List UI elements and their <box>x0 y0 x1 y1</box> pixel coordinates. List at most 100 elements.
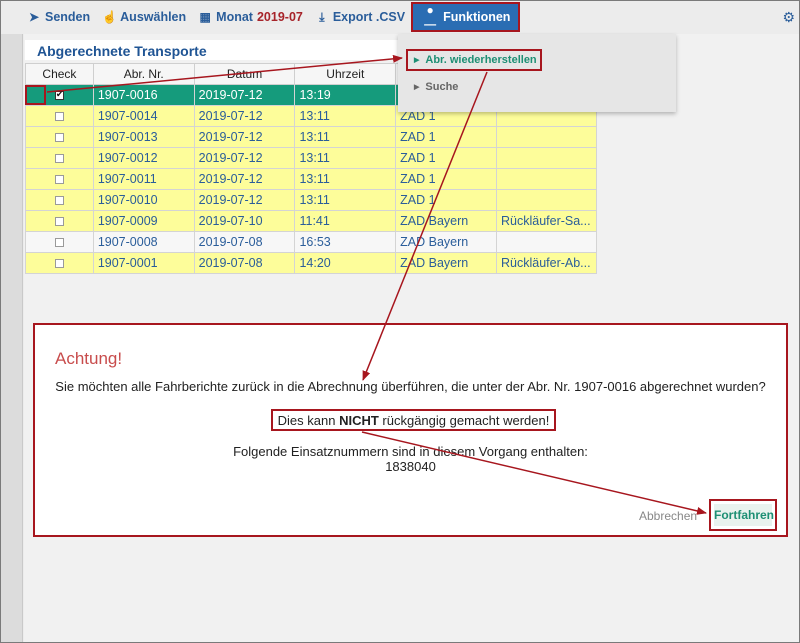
header-datum[interactable]: Datum <box>193 63 296 85</box>
cell-uhrzeit: 16:53 <box>294 231 397 253</box>
cell-abr-nr: 1907-0016 <box>92 84 195 106</box>
cell-uhrzeit: 13:11 <box>294 189 397 211</box>
row-checkbox[interactable] <box>54 196 64 206</box>
triangle-right-icon: ▶ <box>414 84 420 91</box>
cell-datum: 2019-07-12 <box>193 105 296 127</box>
cell-col5: ZAD 1 <box>395 147 497 169</box>
row-checkbox-cell <box>25 105 94 127</box>
cell-col5: ZAD 1 <box>395 168 497 190</box>
cell-uhrzeit: 14:20 <box>294 252 397 274</box>
row-checkbox-cell <box>25 210 94 232</box>
download-icon: ⤓ <box>319 9 325 24</box>
cell-uhrzeit: 13:11 <box>294 147 397 169</box>
pointing-hand-icon: ☝ <box>102 10 118 24</box>
cell-datum: 2019-07-12 <box>193 189 296 211</box>
menu-item-search-label: Suche <box>425 81 459 93</box>
row-checkbox-cell <box>25 126 94 148</box>
row-checkbox[interactable] <box>54 89 64 101</box>
row-checkbox-cell <box>25 168 94 190</box>
functions-button[interactable]: ●— Funktionen <box>411 2 521 32</box>
row-checkbox[interactable] <box>54 238 64 248</box>
send-button[interactable]: ➤ Senden <box>21 2 96 32</box>
cell-col6 <box>495 168 598 190</box>
cell-abr-nr: 1907-0012 <box>92 147 195 169</box>
table-row[interactable]: 1907-0008 2019-07-08 16:53 ZAD Bayern <box>25 231 598 253</box>
cell-abr-nr: 1907-0008 <box>92 231 195 253</box>
confirm-dialog: Achtung! Sie möchten alle Fahrberichte z… <box>33 323 788 537</box>
functions-label: Funktionen <box>443 10 511 24</box>
cell-col6: Rückläufer-Sa... <box>495 210 598 232</box>
table-row[interactable]: 1907-0013 2019-07-12 13:11 ZAD 1 <box>25 126 598 148</box>
cell-datum: 2019-07-12 <box>193 147 296 169</box>
row-checkbox-cell <box>25 189 94 211</box>
row-checkbox-cell <box>25 231 94 253</box>
cancel-button[interactable]: Abbrechen <box>639 509 697 523</box>
month-button[interactable]: ▦ Monat 2019-07 <box>192 2 309 32</box>
cell-col6: Rückläufer-Ab... <box>495 252 598 274</box>
gear-icon[interactable]: ⚙ <box>782 9 795 26</box>
cell-abr-nr: 1907-0010 <box>92 189 195 211</box>
triangle-right-icon: ▶ <box>414 57 420 64</box>
cell-col5: ZAD Bayern <box>395 252 497 274</box>
cell-datum: 2019-07-08 <box>193 252 296 274</box>
menu-item-search[interactable]: ▶ Suche <box>406 78 458 96</box>
warning-post: rückgängig gemacht werden! <box>378 413 550 428</box>
row-checkbox[interactable] <box>54 112 64 122</box>
cell-col6 <box>495 189 598 211</box>
select-button[interactable]: ☝ Auswählen <box>96 2 192 32</box>
warning-pre: Dies kann <box>277 413 340 428</box>
checkbox-highlight <box>25 85 46 105</box>
month-label: Monat <box>216 10 253 24</box>
table-row[interactable]: 1907-0001 2019-07-08 14:20 ZAD Bayern Rücklä… <box>25 252 598 274</box>
dialog-title: Achtung! <box>55 349 123 368</box>
dialog-warning: Dies kann NICHT rückgängig gemacht werde… <box>271 409 556 431</box>
cell-datum: 2019-07-12 <box>193 168 296 190</box>
export-label: Export .CSV <box>332 10 406 24</box>
table-row[interactable]: 1907-0011 2019-07-12 13:11 ZAD 1 <box>25 168 598 190</box>
row-checkbox-cell <box>25 252 94 274</box>
header-check[interactable]: Check <box>25 63 94 85</box>
cell-datum: 2019-07-10 <box>193 210 296 232</box>
cell-uhrzeit: 13:11 <box>294 105 397 127</box>
paper-plane-icon: ➤ <box>28 10 40 24</box>
row-checkbox[interactable] <box>54 217 64 227</box>
cell-datum: 2019-07-08 <box>193 231 296 253</box>
toolbar: ➤ Senden ☝ Auswählen ▦ Monat 2019-07 ⤓ E… <box>1 1 799 33</box>
cell-abr-nr: 1907-0013 <box>92 126 195 148</box>
header-abr-nr[interactable]: Abr. Nr. <box>92 63 195 85</box>
calendar-icon: ▦ <box>199 10 211 24</box>
month-value: 2019-07 <box>256 10 303 24</box>
cell-col6 <box>495 231 598 253</box>
cell-col5: ZAD 1 <box>395 189 497 211</box>
cell-uhrzeit: 13:11 <box>294 126 397 148</box>
dialog-info-number: 1838040 <box>385 459 436 474</box>
cell-datum: 2019-07-12 <box>193 84 296 106</box>
menu-item-restore-label: Abr. wiederherstellen <box>425 54 537 66</box>
row-checkbox[interactable] <box>54 133 64 143</box>
cell-abr-nr: 1907-0001 <box>92 252 195 274</box>
cell-col6 <box>495 147 598 169</box>
cell-uhrzeit: 11:41 <box>294 210 397 232</box>
side-stripe <box>1 34 23 642</box>
row-checkbox-cell <box>25 147 94 169</box>
row-checkbox[interactable] <box>54 154 64 164</box>
cell-col5: ZAD Bayern <box>395 210 497 232</box>
warning-strong: NICHT <box>339 413 379 428</box>
cell-abr-nr: 1907-0011 <box>92 168 195 190</box>
key-icon: ●— <box>424 3 437 31</box>
cell-col5: ZAD Bayern <box>395 231 497 253</box>
table-row[interactable]: 1907-0010 2019-07-12 13:11 ZAD 1 <box>25 189 598 211</box>
row-checkbox[interactable] <box>54 259 64 269</box>
continue-button[interactable]: Fortfahren <box>714 504 774 526</box>
continue-button-highlight: Fortfahren <box>709 499 777 531</box>
header-uhrzeit[interactable]: Uhrzeit <box>294 63 397 85</box>
cell-abr-nr: 1907-0009 <box>92 210 195 232</box>
cell-uhrzeit: 13:19 <box>294 84 397 106</box>
table-row[interactable]: 1907-0012 2019-07-12 13:11 ZAD 1 <box>25 147 598 169</box>
cell-col6 <box>495 126 598 148</box>
cell-col5: ZAD 1 <box>395 126 497 148</box>
export-csv-button[interactable]: ⤓ Export .CSV <box>309 2 411 32</box>
row-checkbox[interactable] <box>54 175 64 185</box>
menu-item-restore[interactable]: ▶ Abr. wiederherstellen <box>406 49 542 71</box>
table-row[interactable]: 1907-0009 2019-07-10 11:41 ZAD Bayern Rücklä… <box>25 210 598 232</box>
